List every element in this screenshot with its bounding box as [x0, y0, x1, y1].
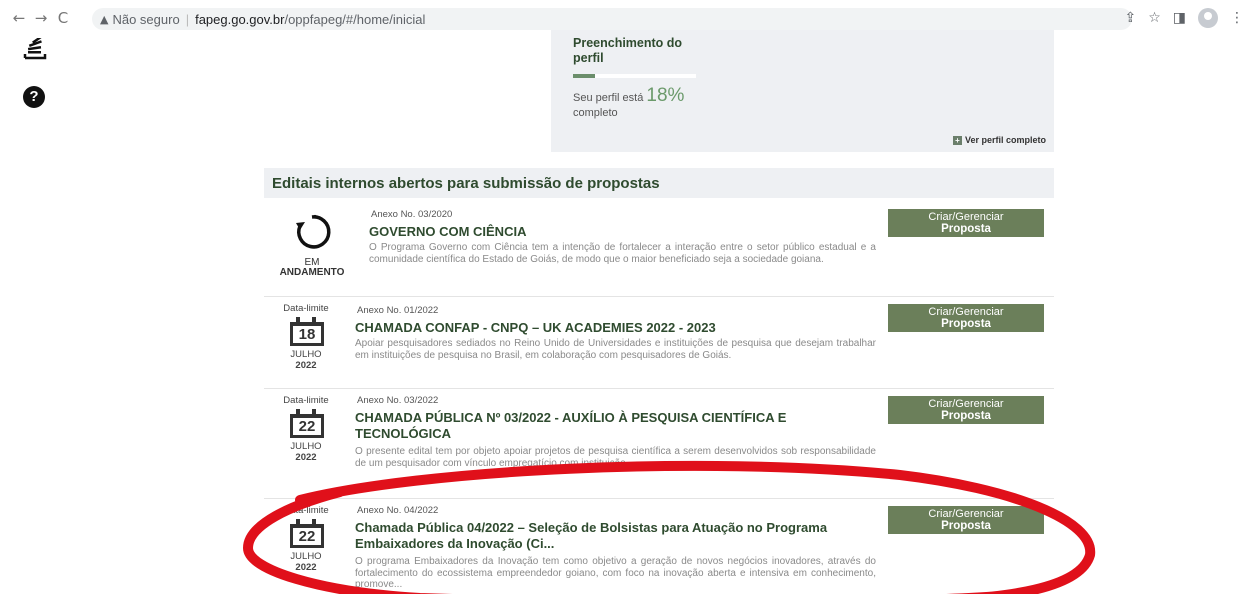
notice-item: Data-limite 18 JULHO 2022 Anexo No. 01/2…: [264, 296, 1054, 386]
notice-description: O presente edital tem por objeto apoiar …: [355, 446, 876, 469]
profile-progress-fill: [573, 74, 596, 78]
profile-status-prefix: Seu perfil está: [573, 92, 644, 104]
menu-kebab-icon[interactable]: ⋮: [1230, 10, 1244, 26]
plus-icon: +: [952, 135, 962, 145]
calendar-icon: 22: [287, 518, 325, 550]
profile-status: Seu perfil está 18% completo: [573, 85, 685, 121]
deadline-month: JULHO: [290, 349, 322, 360]
button-line-2: Proposta: [941, 410, 991, 422]
notice-item: EM ANDAMENTO Anexo No. 03/2020 GOVERNO C…: [264, 202, 1054, 296]
deadline-year: 2022: [295, 360, 317, 371]
deadline-day: 22: [290, 414, 324, 438]
refresh-icon: [292, 212, 332, 252]
view-full-profile-label: Ver perfil completo: [964, 135, 1046, 145]
deadline-label: Data-limite: [283, 505, 329, 516]
notice-annex: Anexo No. 01/2022: [357, 305, 439, 316]
button-line-1: Criar/Gerenciar: [928, 211, 1004, 223]
create-manage-proposal-button[interactable]: Criar/Gerenciar Proposta: [888, 396, 1044, 424]
help-icon[interactable]: ?: [23, 86, 45, 108]
deadline-day: 18: [290, 322, 324, 346]
status-in-progress: EM ANDAMENTO: [264, 208, 360, 278]
profile-completion-panel: Preenchimento do perfil Seu perfil está …: [551, 30, 1054, 152]
button-line-2: Proposta: [941, 318, 991, 330]
notice-title[interactable]: CHAMADA CONFAP - CNPQ – UK ACADEMIES 202…: [355, 320, 875, 336]
url-path: /oppfapeg/#/home/inicial: [284, 11, 426, 27]
button-line-1: Criar/Gerenciar: [928, 306, 1004, 318]
browser-actions: ⇪ ☆ ◨ ⋮: [1124, 8, 1244, 28]
url-host: fapeg.go.gov.br: [195, 11, 285, 27]
deadline-block: Data-limite 22 JULHO 2022: [278, 395, 334, 463]
deadline-label: Data-limite: [283, 303, 329, 314]
notice-title[interactable]: GOVERNO COM CIÊNCIA: [369, 224, 869, 240]
back-icon[interactable]: ←: [8, 9, 30, 27]
share-icon[interactable]: ⇪: [1124, 10, 1136, 26]
bookmark-star-icon[interactable]: ☆: [1148, 10, 1161, 26]
stack-icon[interactable]: [23, 35, 47, 66]
status-line-2: ANDAMENTO: [279, 267, 345, 278]
notice-annex: Anexo No. 03/2022: [357, 395, 439, 406]
calendar-icon: 22: [287, 408, 325, 440]
profile-percent: 18%: [646, 85, 685, 106]
deadline-year: 2022: [295, 452, 317, 463]
notice-description: Apoiar pesquisadores sediados no Reino U…: [355, 338, 876, 361]
create-manage-proposal-button[interactable]: Criar/Gerenciar Proposta: [888, 209, 1044, 237]
notice-item: Data-limite 22 JULHO 2022 Anexo No. 04/2…: [264, 498, 1054, 594]
url-separator: |: [185, 11, 190, 27]
notice-description: O programa Embaixadores da Inovação tem …: [355, 556, 876, 590]
deadline-block: Data-limite 18 JULHO 2022: [278, 303, 334, 371]
deadline-year: 2022: [295, 562, 317, 573]
deadline-day: 22: [290, 524, 324, 548]
notice-annex: Anexo No. 04/2022: [357, 505, 439, 516]
profile-progress-bar: [573, 74, 696, 78]
profile-status-suffix: completo: [573, 107, 618, 119]
button-line-2: Proposta: [941, 520, 991, 532]
deadline-month: JULHO: [290, 551, 322, 562]
deadline-month: JULHO: [290, 441, 322, 452]
create-manage-proposal-button[interactable]: Criar/Gerenciar Proposta: [888, 506, 1044, 534]
forward-icon[interactable]: →: [30, 9, 52, 27]
button-line-2: Proposta: [941, 223, 991, 235]
insecure-label: Não seguro: [112, 11, 180, 27]
button-line-1: Criar/Gerenciar: [928, 398, 1004, 410]
notice-title[interactable]: Chamada Pública 04/2022 – Seleção de Bol…: [355, 520, 855, 552]
warning-icon[interactable]: ▲: [100, 13, 108, 26]
notice-description: O Programa Governo com Ciência tem a int…: [369, 242, 876, 265]
deadline-block: Data-limite 22 JULHO 2022: [278, 505, 334, 573]
create-manage-proposal-button[interactable]: Criar/Gerenciar Proposta: [888, 304, 1044, 332]
address-bar[interactable]: ▲ Não seguro | fapeg.go.gov.br /oppfapeg…: [92, 8, 1132, 30]
notice-annex: Anexo No. 03/2020: [371, 209, 453, 220]
profile-avatar[interactable]: [1198, 8, 1218, 28]
notice-title[interactable]: CHAMADA PÚBLICA Nº 03/2022 - AUXÍLIO À P…: [355, 410, 825, 442]
section-heading: Editais internos abertos para submissão …: [264, 168, 1054, 198]
side-panel-icon[interactable]: ◨: [1173, 10, 1186, 26]
profile-title: Preenchimento do perfil: [573, 36, 683, 65]
view-full-profile-link[interactable]: + Ver perfil completo: [952, 135, 1046, 145]
button-line-1: Criar/Gerenciar: [928, 508, 1004, 520]
reload-icon[interactable]: C: [52, 9, 74, 27]
deadline-label: Data-limite: [283, 395, 329, 406]
calendar-icon: 18: [287, 316, 325, 348]
notice-item: Data-limite 22 JULHO 2022 Anexo No. 03/2…: [264, 388, 1054, 496]
